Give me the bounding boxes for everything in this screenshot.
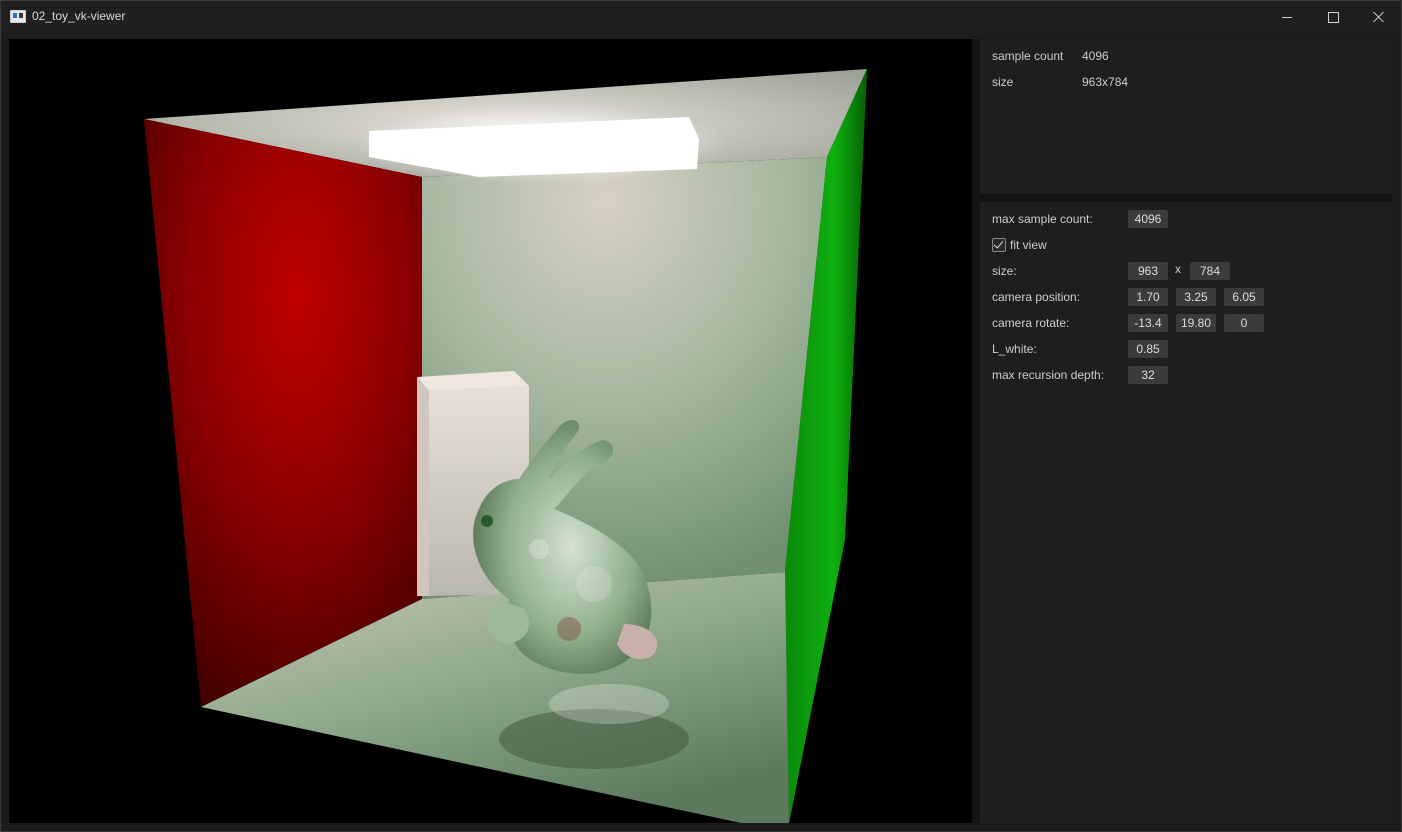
fit-view-label: fit view xyxy=(1010,238,1047,252)
l-white-label: L_white: xyxy=(992,342,1037,356)
window-title: 02_toy_vk-viewer xyxy=(32,9,126,23)
size-stat-value: 963x784 xyxy=(1082,75,1129,89)
max-sample-count-field[interactable]: 4096 xyxy=(1128,210,1168,228)
sample-count-value: 4096 xyxy=(1082,49,1109,63)
camera-rotate-z-field[interactable]: 0 xyxy=(1224,314,1264,332)
app-window-icon xyxy=(10,10,26,23)
rendered-image xyxy=(9,39,972,823)
viewport-splitter[interactable] xyxy=(972,39,980,823)
size-stat-label: size xyxy=(992,75,1014,89)
size-width-field[interactable]: 963 xyxy=(1128,262,1168,280)
camera-rotate-label: camera rotate: xyxy=(992,316,1070,330)
l-white-field[interactable]: 0.85 xyxy=(1128,340,1168,358)
camera-position-y-field[interactable]: 3.25 xyxy=(1176,288,1216,306)
size-height-field[interactable]: 784 xyxy=(1190,262,1230,280)
camera-rotate-x-field[interactable]: -13.4 xyxy=(1128,314,1168,332)
panel-divider[interactable] xyxy=(980,194,1392,202)
max-recursion-depth-label: max recursion depth: xyxy=(992,368,1105,382)
title-bar[interactable]: 02_toy_vk-viewer xyxy=(1,1,1401,33)
fit-view-checkbox[interactable] xyxy=(992,238,1006,252)
camera-position-x-field[interactable]: 1.70 xyxy=(1128,288,1168,306)
size-separator: x xyxy=(1175,262,1181,276)
camera-position-z-field[interactable]: 6.05 xyxy=(1224,288,1264,306)
minimize-icon xyxy=(1282,16,1292,18)
max-recursion-depth-field[interactable]: 32 xyxy=(1128,366,1168,384)
camera-rotate-y-field[interactable]: 19.80 xyxy=(1176,314,1216,332)
minimize-button[interactable] xyxy=(1264,1,1310,33)
sample-count-label: sample count xyxy=(992,49,1064,63)
close-button[interactable] xyxy=(1356,1,1402,33)
render-viewport[interactable] xyxy=(9,39,972,823)
camera-position-label: camera position: xyxy=(992,290,1081,304)
close-icon xyxy=(1373,11,1385,23)
maximize-icon xyxy=(1327,11,1339,23)
max-sample-count-label: max sample count: xyxy=(992,212,1093,226)
maximize-button[interactable] xyxy=(1310,1,1356,33)
size-label: size: xyxy=(992,264,1017,278)
